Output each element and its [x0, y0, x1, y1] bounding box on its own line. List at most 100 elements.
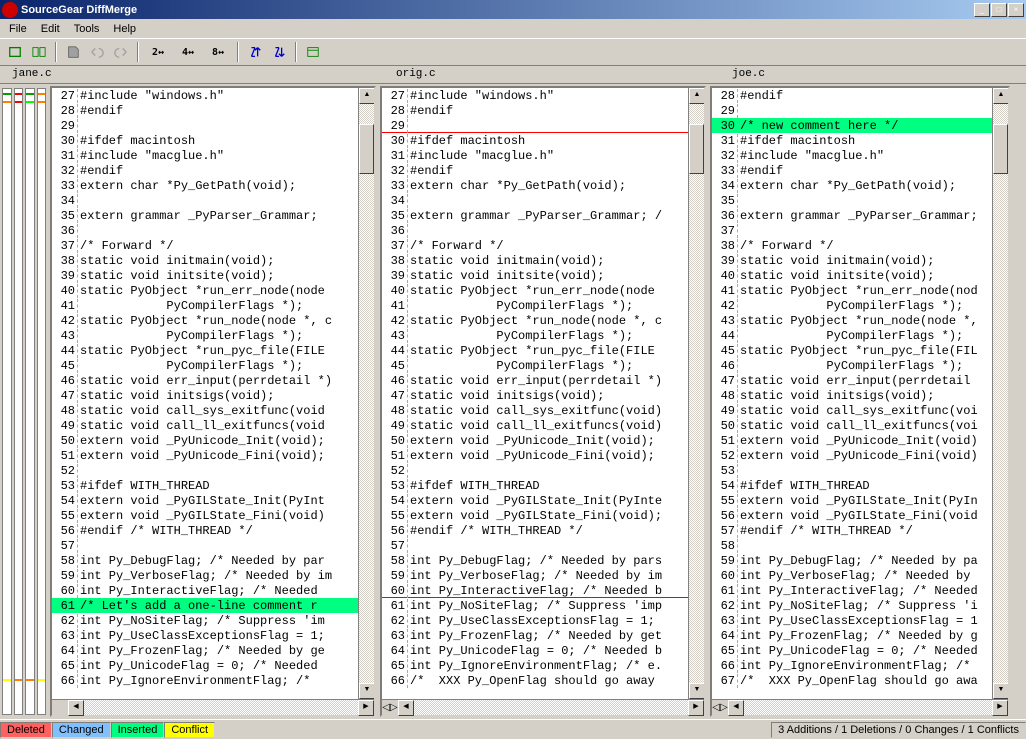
code-line[interactable]: 64int Py_UnicodeFlag = 0; /* Needed b — [382, 643, 688, 658]
code-line[interactable]: 48static void initsigs(void); — [712, 388, 992, 403]
code-line[interactable]: 57 — [382, 538, 688, 553]
scroll-thumb[interactable] — [359, 124, 374, 174]
code-line[interactable]: 39static void initsite(void); — [52, 268, 358, 283]
overview-lane[interactable] — [2, 88, 12, 715]
scroll-left-button[interactable]: ◀ — [398, 700, 414, 716]
code-line[interactable]: 36extern grammar _PyParser_Grammar; — [712, 208, 992, 223]
code-line[interactable]: 55extern void _PyGILState_Fini(void) — [52, 508, 358, 523]
context-8-button[interactable]: 8↔ — [204, 41, 232, 63]
code-line[interactable]: 35extern grammar _PyParser_Grammar; / — [382, 208, 688, 223]
code-line[interactable]: 64int Py_FrozenFlag; /* Needed by ge — [52, 643, 358, 658]
code-line[interactable]: 52 — [382, 463, 688, 478]
code-line[interactable]: 37/* Forward */ — [382, 238, 688, 253]
code-line[interactable]: 34 — [52, 193, 358, 208]
horizontal-scrollbar[interactable]: ◀▶ — [52, 699, 374, 715]
code-line[interactable]: 61int Py_NoSiteFlag; /* Suppress 'imp — [382, 598, 688, 613]
code-line[interactable]: 50extern void _PyUnicode_Init(void); — [382, 433, 688, 448]
code-line[interactable]: 65int Py_UnicodeFlag = 0; /* Needed — [712, 643, 992, 658]
prev-diff-button[interactable] — [268, 41, 290, 63]
code-line[interactable]: 42static PyObject *run_node(node *, c — [52, 313, 358, 328]
code-line[interactable]: 34extern char *Py_GetPath(void); — [712, 178, 992, 193]
vertical-scrollbar[interactable]: ▲▼ — [358, 88, 374, 699]
menu-edit[interactable]: Edit — [34, 21, 67, 37]
code-line[interactable]: 37/* Forward */ — [52, 238, 358, 253]
code-line[interactable]: 38static void initmain(void); — [52, 253, 358, 268]
splitter-icon[interactable]: ◁▷ — [382, 700, 398, 715]
code-line[interactable]: 67/* XXX Py_OpenFlag should go awa — [712, 673, 992, 688]
undo-button[interactable] — [86, 41, 108, 63]
code-line[interactable]: 30#ifdef macintosh — [382, 133, 688, 148]
code-line[interactable]: 42static PyObject *run_node(node *, c — [382, 313, 688, 328]
code-line[interactable]: 49static void call_ll_exitfuncs(void — [52, 418, 358, 433]
code-line[interactable]: 32#include "macglue.h" — [712, 148, 992, 163]
code-line[interactable]: 33#endif — [712, 163, 992, 178]
scroll-down-button[interactable]: ▼ — [993, 683, 1008, 699]
scroll-thumb[interactable] — [993, 124, 1008, 174]
close-button[interactable]: × — [1008, 3, 1024, 17]
code-line[interactable]: 32#endif — [382, 163, 688, 178]
code-line[interactable]: 49static void call_sys_exitfunc(voi — [712, 403, 992, 418]
code-line[interactable]: 57 — [52, 538, 358, 553]
minimize-button[interactable]: _ — [974, 3, 990, 17]
overview-strip[interactable] — [0, 84, 48, 719]
code-line[interactable]: 63int Py_UseClassExceptionsFlag = 1 — [712, 613, 992, 628]
code-line[interactable]: 28#endif — [712, 88, 992, 103]
code-line[interactable]: 28#endif — [382, 103, 688, 118]
code-line[interactable]: 62int Py_UseClassExceptionsFlag = 1; — [382, 613, 688, 628]
code-line[interactable]: 33extern char *Py_GetPath(void); — [382, 178, 688, 193]
code-line[interactable]: 35extern grammar _PyParser_Grammar; — [52, 208, 358, 223]
code-line[interactable]: 32#endif — [52, 163, 358, 178]
code-line[interactable]: 62int Py_NoSiteFlag; /* Suppress 'im — [52, 613, 358, 628]
code-line[interactable]: 36 — [52, 223, 358, 238]
code-line[interactable]: 38/* Forward */ — [712, 238, 992, 253]
code-line[interactable]: 48static void call_sys_exitfunc(void) — [382, 403, 688, 418]
scroll-right-button[interactable]: ▶ — [688, 700, 704, 716]
code-line[interactable]: 42 PyCompilerFlags *); — [712, 298, 992, 313]
code-line[interactable]: 47static void initsigs(void); — [382, 388, 688, 403]
code-line[interactable]: 62int Py_NoSiteFlag; /* Suppress 'i — [712, 598, 992, 613]
code-line[interactable]: 41 PyCompilerFlags *); — [52, 298, 358, 313]
overview-lane[interactable] — [14, 88, 24, 715]
code-line[interactable]: 51extern void _PyUnicode_Fini(void); — [382, 448, 688, 463]
code-line[interactable]: 57#endif /* WITH_THREAD */ — [712, 523, 992, 538]
code-line[interactable]: 66/* XXX Py_OpenFlag should go away — [382, 673, 688, 688]
menu-file[interactable]: File — [2, 21, 34, 37]
code-line[interactable]: 66int Py_IgnoreEnvironmentFlag; /* — [712, 658, 992, 673]
code-line[interactable]: 35 — [712, 193, 992, 208]
code-line[interactable]: 47static void err_input(perrdetail — [712, 373, 992, 388]
code-line[interactable]: 45 PyCompilerFlags *); — [52, 358, 358, 373]
code-line[interactable]: 36 — [382, 223, 688, 238]
scroll-up-button[interactable]: ▲ — [689, 88, 704, 104]
scroll-up-button[interactable]: ▲ — [359, 88, 374, 104]
code-line[interactable]: 46static void err_input(perrdetail *) — [52, 373, 358, 388]
overview-lane[interactable] — [25, 88, 35, 715]
code-line[interactable]: 55extern void _PyGILState_Init(PyIn — [712, 493, 992, 508]
code-line[interactable]: 51extern void _PyUnicode_Init(void) — [712, 433, 992, 448]
code-line[interactable]: 27#include "windows.h" — [382, 88, 688, 103]
horizontal-scrollbar[interactable]: ◁▷◀ ▶ — [382, 699, 704, 715]
open-two-button[interactable] — [28, 41, 50, 63]
scroll-left-button[interactable]: ◀ — [68, 700, 84, 716]
code-line[interactable]: 40static PyObject *run_err_node(node — [52, 283, 358, 298]
code-line[interactable]: 46static void err_input(perrdetail *) — [382, 373, 688, 388]
code-line[interactable]: 58int Py_DebugFlag; /* Needed by pars — [382, 553, 688, 568]
code-line[interactable]: 30/* new comment here */ — [712, 118, 992, 133]
code-line[interactable]: 53#ifdef WITH_THREAD — [382, 478, 688, 493]
code-line[interactable]: 63int Py_UseClassExceptionsFlag = 1; — [52, 628, 358, 643]
context-2-button[interactable]: 2↔ — [144, 41, 172, 63]
code-line[interactable]: 60int Py_VerboseFlag; /* Needed by — [712, 568, 992, 583]
scroll-right-button[interactable]: ▶ — [358, 700, 374, 716]
code-area[interactable]: 27#include "windows.h"28#endif2930#ifdef… — [52, 88, 358, 699]
code-line[interactable]: 58 — [712, 538, 992, 553]
code-area[interactable]: 28#endif2930/* new comment here */31#ifd… — [712, 88, 992, 699]
code-line[interactable]: 30#ifdef macintosh — [52, 133, 358, 148]
context-4-button[interactable]: 4↔ — [174, 41, 202, 63]
code-line[interactable]: 43 PyCompilerFlags *); — [382, 328, 688, 343]
code-line[interactable]: 43 PyCompilerFlags *); — [52, 328, 358, 343]
code-line[interactable]: 28#endif — [52, 103, 358, 118]
code-area[interactable]: 27#include "windows.h"28#endif2930#ifdef… — [382, 88, 688, 699]
code-line[interactable]: 33extern char *Py_GetPath(void); — [52, 178, 358, 193]
code-line[interactable]: 63int Py_FrozenFlag; /* Needed by get — [382, 628, 688, 643]
code-line[interactable]: 46 PyCompilerFlags *); — [712, 358, 992, 373]
code-line[interactable]: 56#endif /* WITH_THREAD */ — [382, 523, 688, 538]
